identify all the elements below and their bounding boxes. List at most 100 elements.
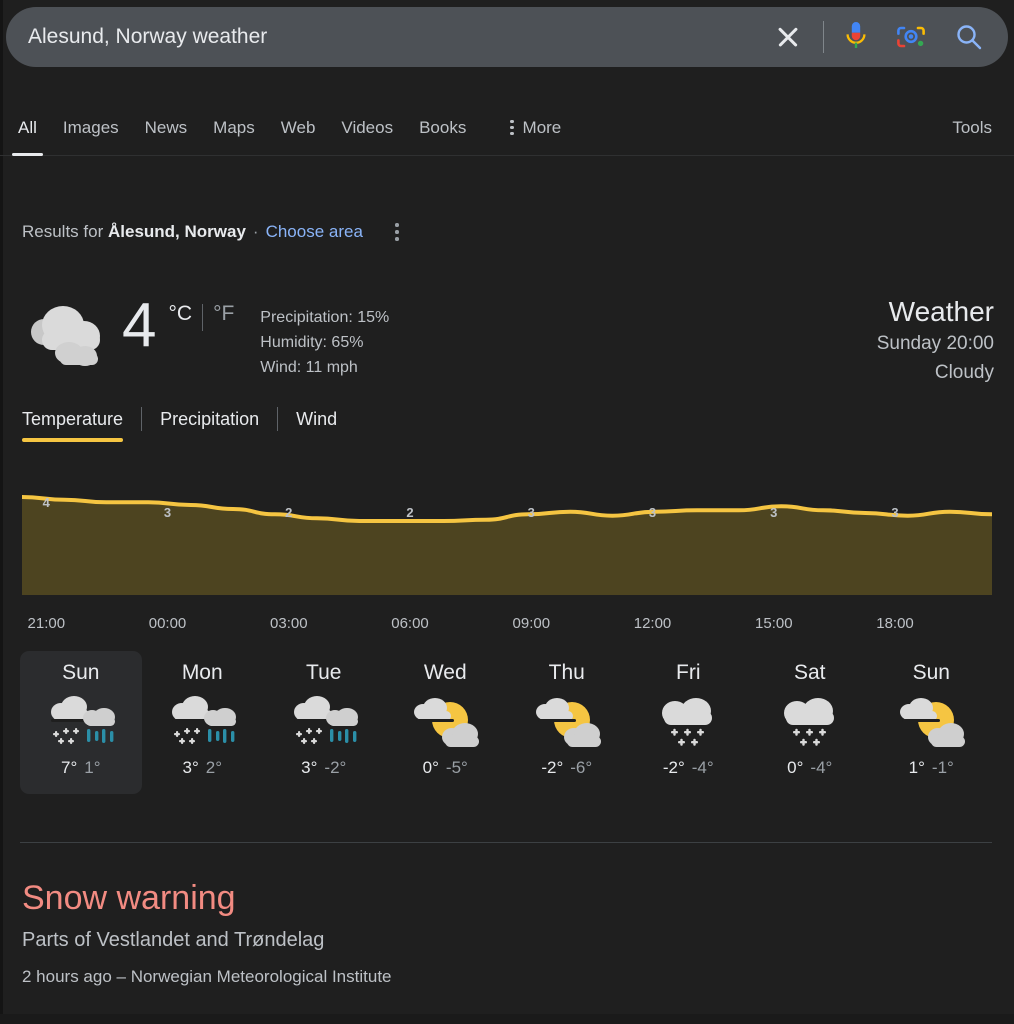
search-input[interactable]: [6, 25, 765, 49]
forecast-low: -4°: [691, 758, 714, 777]
tools-button[interactable]: Tools: [952, 118, 992, 138]
tab-images[interactable]: Images: [63, 100, 119, 156]
tab-precipitation[interactable]: Precipitation: [160, 409, 259, 442]
forecast-low: -6°: [570, 758, 593, 777]
microphone-icon[interactable]: [836, 14, 876, 60]
snow-icon: [652, 693, 724, 751]
chart-axis-tick: 00:00: [148, 615, 187, 632]
tab-temperature[interactable]: Temperature: [22, 409, 124, 442]
chart-axis-tick: 06:00: [391, 615, 429, 632]
weather-panel-title: Weather: [888, 296, 994, 327]
search-bar[interactable]: [6, 7, 1008, 67]
forecast-low: -4°: [810, 758, 833, 777]
unit-divider: [202, 304, 204, 331]
forecast-low: 1°: [84, 758, 101, 777]
results-options-kebab-icon[interactable]: [394, 223, 399, 241]
unit-toggle[interactable]: °C °F: [168, 302, 234, 331]
forecast-high: -2°: [541, 758, 564, 777]
forecast-low: -2°: [324, 758, 347, 777]
lens-icon[interactable]: [890, 14, 932, 60]
chart-axis-tick: 18:00: [876, 615, 914, 632]
results-for-separator: ·: [252, 222, 259, 241]
results-for-line: Results for Ålesund, Norway · Choose are…: [22, 222, 399, 242]
forecast-day-name: Wed: [423, 661, 467, 684]
warning-title[interactable]: Snow warning: [22, 876, 392, 920]
forecast-day-card[interactable]: Thu -2° -6°: [506, 651, 628, 794]
chart-axis-tick: 09:00: [512, 615, 551, 632]
forecast-high: 0°: [787, 758, 804, 777]
partly-sunny-icon: [531, 693, 603, 751]
search-nav-tabs: All Images News Maps Web Videos Books Mo…: [0, 100, 1014, 156]
forecast-high: 3°: [301, 758, 318, 777]
weather-warning: Snow warning Parts of Vestlandet and Trø…: [22, 876, 392, 991]
forecast-day-card[interactable]: Sun 1° -1°: [871, 651, 993, 794]
choose-area-link[interactable]: Choose area: [266, 222, 363, 242]
forecast-day-card[interactable]: Sat 0° -4°: [749, 651, 871, 794]
humidity-value: Humidity: 65%: [260, 334, 364, 351]
forecast-day-name: Sun: [62, 661, 100, 684]
forecast-day-card[interactable]: Wed 0° -5°: [385, 651, 507, 794]
chart-axis-tick: 21:00: [27, 615, 66, 632]
forecast-day-name: Thu: [548, 661, 585, 684]
clear-icon[interactable]: [765, 14, 811, 60]
more-menu-button[interactable]: More: [510, 100, 561, 156]
sleet-icon: [45, 693, 117, 751]
more-label: More: [522, 117, 562, 137]
metric-tabs: Temperature Precipitation Wind: [22, 407, 337, 443]
snow-icon: [774, 693, 846, 751]
daily-forecast: Sun 7° 1° Mon 3° 2° Tue 3° -2° Wed 0° -5…: [20, 651, 992, 794]
section-divider: [20, 842, 992, 843]
metric-tab-divider: [141, 407, 143, 431]
forecast-low: -1°: [931, 758, 954, 777]
tab-maps[interactable]: Maps: [213, 100, 255, 156]
weather-panel-time: Sunday 20:00: [876, 333, 994, 354]
unit-celsius[interactable]: °C: [168, 302, 192, 326]
forecast-day-temps: 1° -1°: [909, 758, 954, 778]
forecast-high: 7°: [60, 758, 78, 777]
precipitation-value: Precipitation: 15%: [260, 309, 390, 326]
forecast-day-name: Sun: [912, 661, 950, 684]
results-for-prefix: Results for: [22, 222, 104, 241]
forecast-day-temps: 3° -2°: [301, 758, 346, 778]
forecast-day-card[interactable]: Mon 3° 2°: [142, 651, 264, 794]
forecast-day-name: Fri: [676, 661, 701, 684]
forecast-day-temps: -2° -6°: [541, 758, 592, 778]
search-divider: [823, 21, 824, 53]
warning-meta: 2 hours ago – Norwegian Meteorological I…: [22, 967, 392, 986]
tab-news[interactable]: News: [145, 100, 188, 156]
forecast-day-card[interactable]: Fri -2° -4°: [628, 651, 750, 794]
temperature-chart[interactable]: 43223333: [22, 483, 992, 595]
forecast-high: -2°: [662, 758, 685, 777]
current-temperature: 4: [122, 291, 157, 360]
tab-books[interactable]: Books: [419, 100, 466, 156]
metric-tab-divider: [277, 407, 279, 431]
sleet-icon: [166, 693, 238, 751]
forecast-day-card[interactable]: Sun 7° 1°: [20, 651, 142, 794]
forecast-day-name: Mon: [181, 661, 223, 684]
temperature-chart-svg: [22, 495, 992, 595]
forecast-day-name: Sat: [793, 661, 826, 684]
forecast-high: 3°: [182, 758, 199, 777]
tab-wind[interactable]: Wind: [296, 409, 337, 442]
tab-all[interactable]: All: [12, 100, 43, 156]
forecast-day-card[interactable]: Tue 3° -2°: [263, 651, 385, 794]
warning-subtitle: Parts of Vestlandet and Trøndelag: [22, 929, 325, 951]
partly-sunny-icon: [895, 693, 967, 751]
current-conditions: 4 °C °F Precipitation: 15% Humidity: 65%…: [22, 292, 389, 380]
tab-web[interactable]: Web: [281, 100, 316, 156]
forecast-day-temps: 3° 2°: [182, 758, 222, 778]
results-for-location: Ålesund, Norway: [107, 222, 246, 241]
forecast-low: -5°: [445, 758, 468, 777]
forecast-day-temps: 7° 1°: [61, 758, 101, 778]
chart-axis-tick: 15:00: [755, 615, 793, 632]
chart-axis-tick: 03:00: [270, 615, 308, 632]
weather-summary-panel: Weather Sunday 20:00 Cloudy: [877, 295, 994, 387]
tab-videos[interactable]: Videos: [341, 100, 393, 156]
forecast-day-name: Tue: [306, 661, 342, 684]
cloudy-icon: [22, 298, 114, 374]
window-bottom-edge: [0, 1014, 1014, 1024]
forecast-high: 0°: [422, 758, 439, 777]
kebab-icon: [510, 119, 514, 136]
search-icon[interactable]: [946, 14, 992, 60]
unit-fahrenheit[interactable]: °F: [213, 302, 234, 326]
